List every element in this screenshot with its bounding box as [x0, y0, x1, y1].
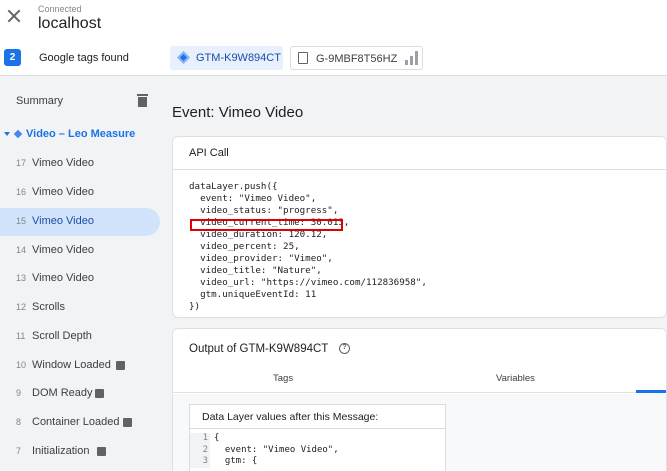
sidebar-event-item[interactable]: 7 Initialization — [0, 438, 160, 466]
container-label: Video – Leo Measure — [26, 128, 136, 140]
api-call-code: dataLayer.push({ event: "Vimeo Video", v… — [189, 181, 427, 313]
help-icon[interactable]: ? — [339, 343, 350, 354]
event-label: DOM Ready — [32, 387, 93, 399]
header: Connected localhost — [0, 0, 667, 40]
tab-variables[interactable]: Variables — [496, 373, 535, 384]
data-layer-title: Data Layer values after this Message: — [202, 411, 379, 423]
ga-chip-label: G-9MBF8T56HZ — [316, 53, 398, 65]
event-number: 11 — [16, 331, 26, 341]
event-label: Window Loaded — [32, 359, 111, 371]
gtm-container-chip[interactable]: GTM-K9W894CT — [170, 46, 283, 70]
code-line: dataLayer.push({ — [189, 181, 278, 192]
active-tab-indicator — [636, 390, 666, 393]
code-line: { — [214, 433, 220, 443]
code-line: video_url: "https://vimeo.com/112836958"… — [189, 277, 427, 288]
code-icon — [95, 389, 104, 398]
api-call-title: API Call — [189, 147, 229, 159]
code-line: video_status: "progress", — [189, 205, 339, 216]
tag-icon — [298, 52, 308, 64]
event-number: 8 — [16, 417, 22, 427]
event-sidebar: Summary Video – Leo Measure 17 Vimeo Vid… — [0, 76, 164, 471]
line-gutter: 1 2 3 — [190, 433, 210, 468]
event-number: 16 — [16, 187, 27, 197]
code-line: video_provider: "Vimeo", — [189, 253, 333, 264]
event-label: Vimeo Video — [32, 272, 94, 284]
api-call-card: API Call dataLayer.push({ event: "Vimeo … — [172, 136, 667, 318]
gtm-diamond-icon — [13, 129, 23, 139]
event-number: 14 — [16, 245, 27, 255]
expand-triangle-icon — [4, 132, 10, 137]
event-number: 9 — [16, 388, 22, 398]
gtm-chip-label: GTM-K9W894CT — [196, 52, 281, 64]
output-title: Output of GTM-K9W894CT — [189, 343, 329, 355]
sidebar-event-item[interactable]: 11 Scroll Depth — [0, 323, 160, 351]
event-label: Scroll Depth — [32, 330, 92, 342]
gtm-diamond-icon — [177, 51, 190, 64]
connection-status: Connected — [38, 4, 82, 14]
main-panel: Event: Vimeo Video API Call dataLayer.pu… — [164, 76, 667, 471]
code-line: event: "Vimeo Video", — [214, 444, 339, 455]
sidebar-event-item[interactable]: 12 Scrolls — [0, 294, 160, 322]
line-number: 2 — [202, 444, 208, 455]
sidebar-event-item[interactable]: 17 Vimeo Video — [0, 150, 160, 178]
code-line: video_title: "Nature", — [189, 265, 322, 276]
sidebar-event-item[interactable]: 14 Vimeo Video — [0, 237, 160, 265]
google-tags-bar: 2 Google tags found GTM-K9W894CT G-9MBF8… — [0, 40, 667, 76]
output-tabs: Tags Variables — [173, 365, 666, 393]
event-label: Vimeo Video — [32, 215, 94, 227]
code-icon — [123, 418, 132, 427]
code-line: gtm.uniqueEventId: 11 — [189, 289, 317, 300]
api-call-header: API Call — [173, 137, 666, 170]
code-line: event: "Vimeo Video", — [189, 193, 317, 204]
tags-count-badge: 2 — [4, 49, 21, 66]
event-label: Vimeo Video — [32, 244, 94, 256]
event-number: 10 — [16, 360, 27, 370]
tags-found-label: Google tags found — [39, 52, 129, 64]
event-label: Container Loaded — [32, 416, 120, 428]
sidebar-event-item[interactable]: 16 Vimeo Video — [0, 179, 160, 207]
trash-icon[interactable] — [137, 94, 148, 107]
event-number: 7 — [16, 446, 22, 456]
highlight-box — [190, 219, 343, 231]
sidebar-event-item-selected[interactable]: 15 Vimeo Video — [0, 208, 160, 236]
sidebar-event-item[interactable]: 13 Vimeo Video — [0, 265, 160, 293]
line-number: 3 — [202, 456, 208, 466]
analytics-bars-icon — [405, 51, 419, 65]
event-label: Initialization — [32, 445, 90, 457]
data-layer-lines: { event: "Vimeo Video", gtm: { — [214, 433, 339, 468]
code-line: gtm: { — [214, 456, 258, 466]
event-label: Scrolls — [32, 301, 66, 313]
tab-tags[interactable]: Tags — [273, 373, 293, 384]
code-icon — [97, 447, 106, 456]
sidebar-event-item[interactable]: 8 Container Loaded — [0, 409, 160, 437]
code-line: video_percent: 25, — [189, 241, 300, 252]
code-icon — [116, 361, 125, 370]
data-layer-area: Data Layer values after this Message: 1 … — [173, 394, 666, 471]
line-number: 1 — [202, 433, 208, 443]
event-title: Event: Vimeo Video — [172, 104, 304, 121]
ga-tag-chip[interactable]: G-9MBF8T56HZ — [290, 46, 423, 70]
code-line: }) — [189, 301, 201, 312]
connected-host: localhost — [38, 15, 102, 32]
sidebar-event-item[interactable]: 9 DOM Ready — [0, 380, 160, 408]
event-label: Vimeo Video — [32, 186, 94, 198]
output-card: Output of GTM-K9W894CT ? Tags Variables … — [172, 328, 667, 471]
event-number: 15 — [16, 216, 27, 226]
close-icon[interactable] — [7, 9, 21, 23]
data-layer-code: 1 2 3 { event: "Vimeo Video", gtm: { — [190, 433, 445, 471]
event-number: 17 — [16, 158, 27, 168]
event-number: 13 — [16, 273, 27, 283]
data-layer-header: Data Layer values after this Message: — [190, 405, 445, 429]
sidebar-summary[interactable]: Summary — [16, 95, 63, 107]
sidebar-event-item[interactable]: 10 Window Loaded — [0, 352, 160, 380]
event-label: Vimeo Video — [32, 157, 94, 169]
data-layer-box: Data Layer values after this Message: 1 … — [189, 404, 446, 471]
sidebar-container-row[interactable]: Video – Leo Measure — [4, 128, 135, 140]
event-number: 12 — [16, 302, 27, 312]
